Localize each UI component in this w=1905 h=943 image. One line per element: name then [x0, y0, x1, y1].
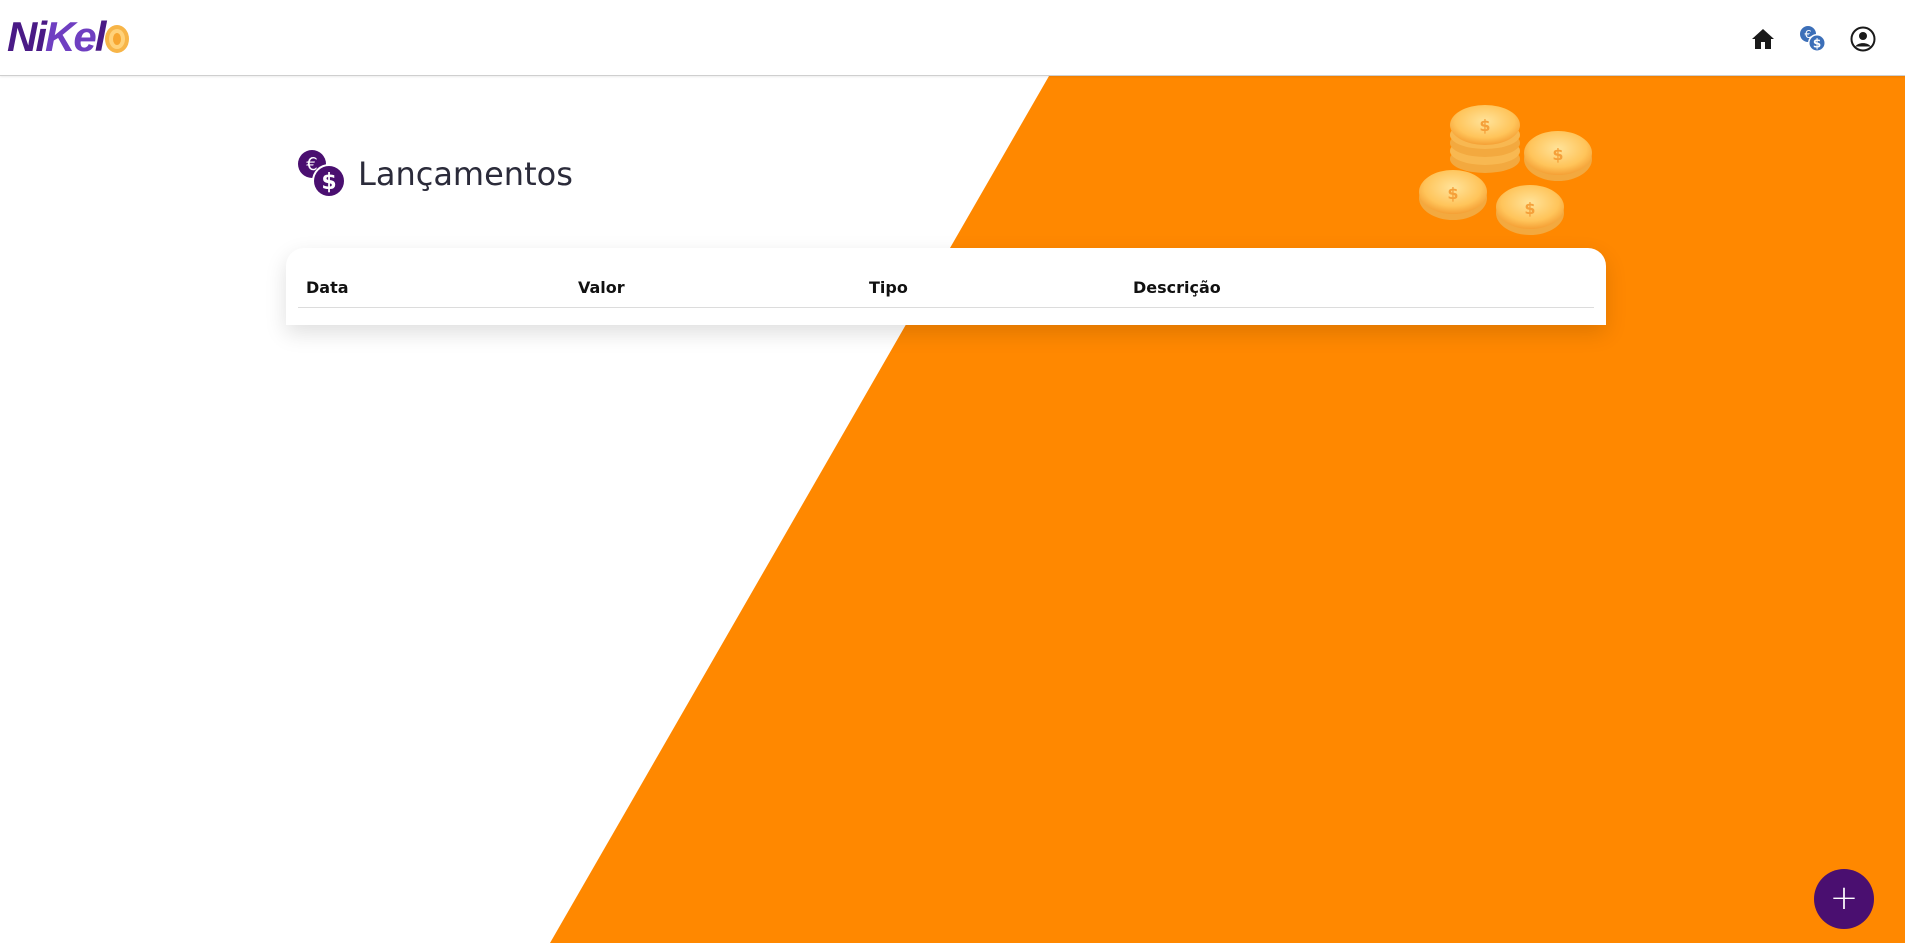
column-header-data: Data: [306, 278, 349, 297]
svg-text:$: $: [1447, 184, 1458, 203]
column-header-descricao: Descrição: [1133, 278, 1221, 297]
logo-coin-icon: [105, 25, 130, 53]
page-header: € $ Lançamentos: [296, 148, 573, 200]
column-header-valor: Valor: [578, 278, 625, 297]
coins-illustration: $ $ $ $: [1419, 105, 1592, 235]
background-diagonal: [550, 76, 1905, 943]
add-transaction-button[interactable]: +: [1814, 869, 1874, 929]
logo-text-middle: Ke: [45, 13, 97, 60]
logo-text-prefix: Ni: [7, 13, 47, 60]
plus-icon: +: [1829, 878, 1859, 918]
transactions-icon[interactable]: € $: [1798, 24, 1828, 54]
profile-icon[interactable]: [1848, 24, 1878, 54]
top-navbar: NiKel € $: [0, 0, 1905, 76]
svg-text:$: $: [1479, 116, 1490, 135]
home-icon[interactable]: [1748, 24, 1778, 54]
euro-dollar-coins-icon: € $: [298, 150, 346, 198]
svg-text:$: $: [1552, 145, 1563, 164]
svg-text:$: $: [1813, 37, 1821, 51]
table-header-row: Data Valor Tipo Descrição: [298, 248, 1594, 308]
svg-text:$: $: [321, 170, 336, 195]
nikel-logo[interactable]: NiKel: [7, 13, 132, 60]
svg-text:$: $: [1524, 199, 1535, 218]
transactions-table: Data Valor Tipo Descrição: [286, 248, 1606, 325]
column-header-tipo: Tipo: [869, 278, 908, 297]
page-title: Lançamentos: [358, 155, 573, 193]
